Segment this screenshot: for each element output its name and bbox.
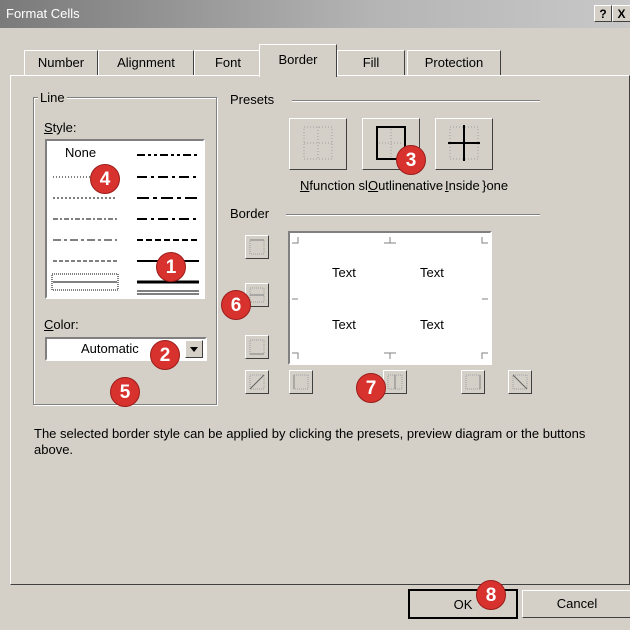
line-group-label: Line <box>38 90 67 105</box>
annotation-marker-3: 3 <box>396 145 426 175</box>
border-center-button[interactable] <box>383 370 407 394</box>
cancel-label: Cancel <box>556 596 598 611</box>
border-left-icon <box>293 374 309 390</box>
hint-text: The selected border style can be applied… <box>34 426 586 457</box>
diagonal-down-icon <box>512 374 528 390</box>
preview-text: Text <box>420 265 444 280</box>
border-label: Border <box>228 206 272 221</box>
diagonal-up-icon <box>249 374 265 390</box>
tab-font[interactable]: Font <box>194 50 262 76</box>
border-center-icon <box>387 374 403 390</box>
preview-text: Text <box>332 317 356 332</box>
style-label: Style: <box>44 120 77 135</box>
presets-separator <box>292 100 540 102</box>
annotation-marker-1: 1 <box>156 252 186 282</box>
annotation-marker-6: 6 <box>221 290 251 320</box>
border-top-button[interactable] <box>245 235 269 259</box>
tab-fill[interactable]: Fill <box>337 50 405 76</box>
annotation-marker-7: 7 <box>356 373 386 403</box>
color-label: Color: <box>44 317 79 332</box>
dropdown-arrow-button[interactable] <box>185 340 203 358</box>
preset-inside-label: Inside <box>445 178 480 193</box>
border-diagonal-up-button[interactable] <box>245 370 269 394</box>
color-value: Automatic <box>81 341 139 356</box>
annotation-marker-8: 8 <box>476 580 506 610</box>
preset-inside-button[interactable] <box>435 118 493 170</box>
window-title: Format Cells <box>6 6 80 21</box>
border-diagonal-down-button[interactable] <box>508 370 532 394</box>
border-separator <box>286 214 540 216</box>
tab-border[interactable]: Border <box>259 44 337 77</box>
help-button[interactable]: ? <box>594 5 612 22</box>
preview-text: Text <box>420 317 444 332</box>
preset-inside-icon <box>448 125 480 161</box>
preset-none-button[interactable] <box>289 118 347 170</box>
color-dropdown[interactable]: Automatic <box>45 337 207 361</box>
tab-protection[interactable]: Protection <box>407 50 501 76</box>
title-bar: Format Cells ? X <box>0 0 630 28</box>
tab-number[interactable]: Number <box>24 50 98 76</box>
annotation-marker-5: 5 <box>110 377 140 407</box>
border-right-icon <box>465 374 481 390</box>
preview-text: Text <box>332 265 356 280</box>
annotation-marker-2: 2 <box>150 340 180 370</box>
close-button[interactable]: X <box>612 5 630 22</box>
cancel-button[interactable]: Cancel <box>522 590 630 618</box>
preset-outline-label: Outline <box>368 178 410 193</box>
preset-none-icon <box>303 126 333 160</box>
border-bottom-icon <box>249 339 265 355</box>
border-right-button[interactable] <box>461 370 485 394</box>
annotation-marker-4: 4 <box>90 164 120 194</box>
border-preview[interactable]: Text Text Text Text <box>288 231 492 365</box>
border-left-button[interactable] <box>289 370 313 394</box>
chevron-down-icon <box>190 347 198 352</box>
preview-corner-marks <box>292 237 488 359</box>
border-bottom-button[interactable] <box>245 335 269 359</box>
border-top-icon <box>249 239 265 255</box>
presets-label: Presets <box>228 92 277 107</box>
tab-alignment[interactable]: Alignment <box>98 50 194 76</box>
